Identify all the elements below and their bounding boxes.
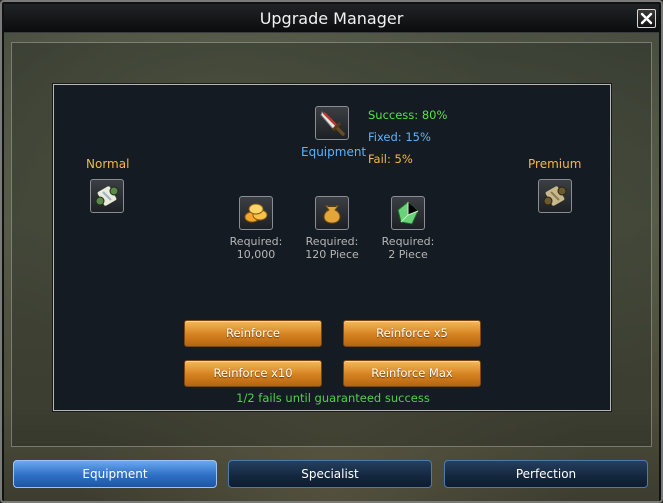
close-icon bbox=[640, 12, 653, 25]
guaranteed-success-counter: 1/2 fails until guaranteed success bbox=[236, 391, 430, 405]
fail-chance: Fail: 5% bbox=[368, 152, 413, 166]
title-bar[interactable]: Upgrade Manager bbox=[4, 4, 659, 33]
upgrade-panel: Normal Premium Equipment Success: 80% Fi… bbox=[53, 84, 611, 411]
gold-pouch-icon bbox=[323, 205, 341, 224]
reinforce-x5-button[interactable]: Reinforce x5 bbox=[343, 320, 481, 347]
requirement-label: Required: bbox=[229, 235, 283, 248]
requirement-value: 2 Piece bbox=[388, 248, 428, 261]
close-button[interactable] bbox=[637, 9, 656, 28]
window-title: Upgrade Manager bbox=[259, 9, 404, 28]
premium-scroll-slot[interactable] bbox=[538, 179, 572, 213]
premium-label: Premium bbox=[528, 157, 582, 171]
reinforce-button[interactable]: Reinforce bbox=[184, 320, 322, 347]
tab-specialist[interactable]: Specialist bbox=[228, 460, 432, 488]
upgrade-manager-window: Upgrade Manager Normal Premium Equipment… bbox=[0, 0, 663, 503]
premium-scroll-icon bbox=[543, 186, 567, 206]
requirement-label: Required: bbox=[381, 235, 435, 248]
gold-requirement-text: Required: 10,000 bbox=[221, 235, 291, 261]
success-chance: Success: 80% bbox=[368, 108, 448, 122]
requirement-label: Required: bbox=[305, 235, 359, 248]
equipment-slot[interactable] bbox=[315, 106, 349, 140]
normal-scroll-icon bbox=[95, 186, 119, 206]
pouch-requirement-slot bbox=[315, 196, 349, 230]
sword-icon bbox=[320, 111, 345, 136]
reinforce-max-button[interactable]: Reinforce Max bbox=[343, 360, 481, 387]
tab-perfection[interactable]: Perfection bbox=[444, 460, 648, 488]
equipment-label: Equipment bbox=[301, 145, 367, 159]
requirement-value: 120 Piece bbox=[305, 248, 359, 261]
reinforce-x10-button[interactable]: Reinforce x10 bbox=[184, 360, 322, 387]
tab-equipment[interactable]: Equipment bbox=[13, 460, 217, 488]
normal-scroll-slot[interactable] bbox=[90, 179, 124, 213]
fixed-chance: Fixed: 15% bbox=[368, 130, 431, 144]
normal-label: Normal bbox=[86, 157, 130, 171]
gem-requirement-text: Required: 2 Piece bbox=[373, 235, 443, 261]
gem-requirement-slot bbox=[391, 196, 425, 230]
requirement-value: 10,000 bbox=[236, 248, 276, 261]
pouch-requirement-text: Required: 120 Piece bbox=[297, 235, 367, 261]
green-gem-icon bbox=[397, 201, 419, 225]
gold-coins-icon bbox=[244, 203, 268, 223]
gold-requirement-slot bbox=[239, 196, 273, 230]
